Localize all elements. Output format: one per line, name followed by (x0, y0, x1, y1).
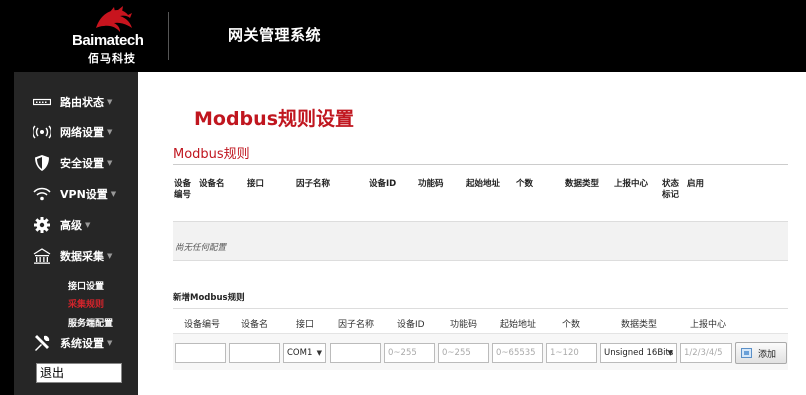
sidebar-subitem-interface-settings[interactable]: 接口设置 (68, 279, 104, 292)
new-rule-title: 新增Modbus规则 (173, 293, 245, 303)
sidebar-item-advanced[interactable]: 高级 ▼ (14, 212, 138, 238)
column-header-report-center: 上报中心 (614, 179, 649, 189)
table-divider (173, 260, 788, 261)
add-button-label: 添加 (758, 349, 777, 360)
column-header-device-name: 设备名 (199, 179, 225, 189)
new-header-function-code: 功能码 (450, 320, 478, 330)
sidebar-item-label: 数据采集 (60, 250, 104, 263)
chevron-down-icon: ▼ (85, 221, 91, 229)
router-icon (32, 93, 52, 111)
device-no-input[interactable] (175, 343, 226, 363)
logout-button[interactable]: 退出 (36, 363, 122, 383)
new-header-factor-name: 因子名称 (338, 320, 375, 330)
sidebar-item-security-settings[interactable]: 安全设置 ▼ (14, 150, 138, 176)
add-button[interactable]: 添加 (735, 342, 787, 364)
app-window: Baimatech 佰马科技 网关管理系统 路由状态 ▼ 网络设置 ▼ 安全设置 ▼ (0, 0, 806, 395)
sidebar-item-label: 高级 (60, 219, 82, 232)
sidebar-item-label: VPN设置 (60, 188, 108, 201)
logo: Baimatech 佰马科技 (66, 6, 148, 65)
new-header-device-id: 设备ID (397, 320, 425, 330)
chevron-down-icon: ▼ (107, 252, 113, 260)
gear-icon (32, 216, 52, 234)
interface-select[interactable]: COM1 ▼ (283, 343, 326, 363)
section-divider (173, 164, 788, 165)
brand-name-cn: 佰马科技 (88, 52, 136, 65)
column-header-count: 个数 (516, 179, 534, 189)
wifi-icon (32, 185, 52, 203)
column-header-data-type: 数据类型 (565, 179, 600, 189)
system-title: 网关管理系统 (228, 26, 322, 44)
add-icon (741, 348, 752, 358)
data-type-select[interactable]: Unsigned 16Bits ▼ (600, 343, 677, 363)
chevron-down-icon: ▼ (107, 159, 113, 167)
column-header-enabled: 启用 (687, 179, 705, 189)
empty-message: 尚无任何配置 (175, 243, 227, 253)
new-rule-section: 新增Modbus规则 设备编号 设备名 接口 因子名称 设备ID 功能码 起始地… (173, 281, 788, 370)
device-name-input[interactable] (229, 343, 280, 363)
column-header-device-id: 设备ID (369, 179, 397, 189)
sidebar-item-label: 安全设置 (60, 157, 104, 170)
chevron-down-icon: ▼ (107, 98, 113, 106)
wireless-icon (32, 123, 52, 141)
sidebar-item-data-collection[interactable]: 数据采集 ▼ (14, 243, 138, 269)
shield-icon (32, 154, 52, 172)
new-header-count: 个数 (562, 320, 581, 330)
sidebar-subitem-server-config[interactable]: 服务端配置 (68, 316, 113, 329)
section-title: Modbus规则 (173, 147, 250, 162)
column-header-status-flag: 状态 标记 (662, 179, 680, 200)
sidebar-item-label: 路由状态 (60, 96, 104, 109)
start-address-input[interactable]: 0~65535 (492, 343, 543, 363)
brand-name: Baimatech (72, 32, 144, 49)
chevron-down-icon: ▼ (667, 349, 673, 357)
sidebar-item-network-settings[interactable]: 网络设置 ▼ (14, 119, 138, 145)
factor-name-input[interactable] (330, 343, 381, 363)
chevron-down-icon: ▼ (316, 349, 322, 357)
sidebar-item-label: 网络设置 (60, 126, 104, 139)
column-header-function-code: 功能码 (418, 179, 444, 189)
column-header-start-address: 起始地址 (466, 179, 501, 189)
dragon-logo-icon (96, 6, 132, 32)
report-center-input[interactable]: 1/2/3/4/5 (680, 343, 732, 363)
sidebar-item-label: 系统设置 (60, 337, 104, 350)
section-divider (173, 308, 788, 309)
data-collection-icon (32, 247, 52, 265)
column-header-interface: 接口 (247, 179, 265, 189)
chevron-down-icon: ▼ (110, 190, 117, 198)
tools-icon (32, 334, 52, 352)
new-header-report-center: 上报中心 (690, 320, 727, 330)
page-title: Modbus规则设置 (194, 108, 354, 130)
header-divider (168, 12, 169, 60)
sidebar: 路由状态 ▼ 网络设置 ▼ 安全设置 ▼ VPN设置 ▼ 高级 ▼ 数据采集 ▼… (14, 72, 138, 395)
chevron-down-icon: ▼ (107, 339, 113, 347)
function-code-input[interactable]: 0~255 (438, 343, 489, 363)
sidebar-subitem-collection-rules[interactable]: 采集规则 (68, 297, 104, 310)
main-content: Modbus规则设置 Modbus规则 设备 编号 设备名 接口 因子名称 设备I… (138, 72, 806, 395)
column-header-device-no: 设备 编号 (174, 179, 192, 200)
sidebar-item-vpn-settings[interactable]: VPN设置 ▼ (14, 181, 138, 207)
sidebar-item-system-settings[interactable]: 系统设置 ▼ (14, 330, 138, 356)
sidebar-item-route-status[interactable]: 路由状态 ▼ (14, 89, 138, 115)
new-header-device-no: 设备编号 (184, 320, 221, 330)
new-header-device-name: 设备名 (241, 320, 269, 330)
column-header-factor-name: 因子名称 (296, 179, 331, 189)
new-header-start-address: 起始地址 (500, 320, 537, 330)
new-header-data-type: 数据类型 (621, 320, 658, 330)
count-input[interactable]: 1~120 (546, 343, 597, 363)
header: Baimatech 佰马科技 网关管理系统 (0, 0, 806, 70)
chevron-down-icon: ▼ (107, 128, 113, 136)
device-id-input[interactable]: 0~255 (384, 343, 435, 363)
table-row: 尚无任何配置 (173, 222, 788, 260)
new-header-interface: 接口 (296, 320, 315, 330)
